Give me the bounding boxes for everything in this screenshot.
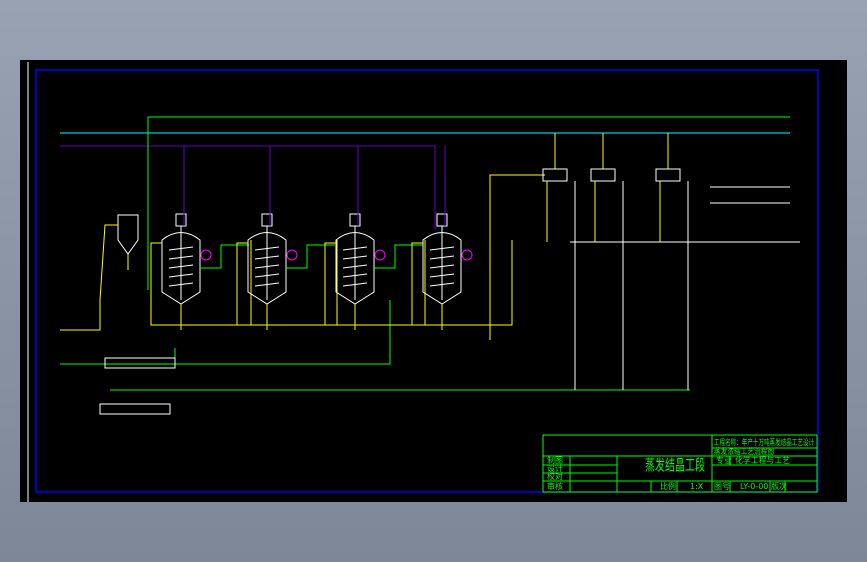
pressure-gauge: [374, 249, 386, 261]
drawing-title: 蒸发结晶工段: [645, 456, 705, 474]
scale-value: 1:X: [690, 482, 704, 491]
drawing-subtitle: 蒸发浓缩工艺流程图: [714, 446, 774, 456]
evaporator-2: [236, 146, 338, 330]
evaporator-4: [411, 146, 513, 330]
feed-tank: [117, 214, 139, 270]
heat-exchanger-2: [99, 403, 171, 415]
condenser-3: [655, 133, 689, 390]
evaporator-1: [150, 146, 252, 330]
number-label: 图号: [714, 482, 730, 491]
process-flow-diagram: 工程名称：年产十万吨蒸发结晶工艺设计 蒸发浓缩工艺流程图 专业 化学工程与工艺 …: [27, 62, 819, 502]
drawing-sheet: 工程名称：年产十万吨蒸发结晶工艺设计 蒸发浓缩工艺流程图 专业 化学工程与工艺 …: [20, 60, 847, 502]
vapor-line: [489, 174, 545, 340]
major-value: 化学工程与工艺: [735, 455, 790, 465]
row-check: 校对: [547, 471, 563, 481]
project-name: 工程名称：年产十万吨蒸发结晶工艺设计: [714, 437, 814, 447]
major-label: 专业: [716, 455, 732, 465]
scale-label: 比例: [660, 481, 676, 491]
evaporator-3: [324, 146, 426, 330]
pressure-gauge: [200, 249, 212, 261]
version-label: 版次: [771, 481, 787, 491]
number-value: LY-0-00: [740, 482, 768, 491]
pressure-gauge: [461, 249, 473, 261]
return-water-line: [60, 300, 391, 365]
condenser-1: [542, 133, 576, 390]
heat-exchanger-1: [104, 357, 176, 369]
feed-line: [60, 224, 118, 331]
pressure-gauge: [286, 249, 298, 261]
row-approve: 审核: [547, 481, 563, 491]
cooling-water-line: [147, 116, 790, 290]
condenser-2: [590, 133, 624, 390]
